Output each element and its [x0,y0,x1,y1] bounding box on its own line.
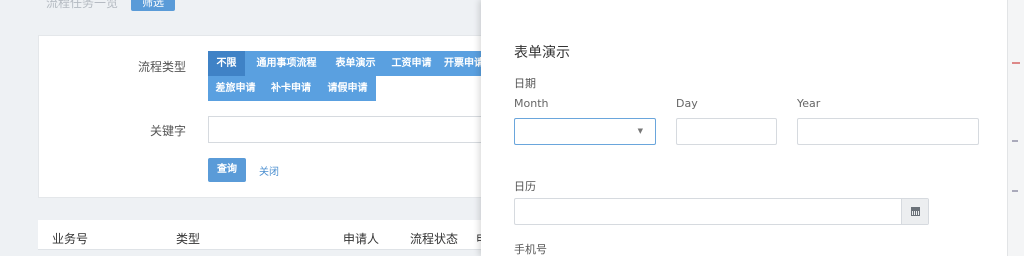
day-label: Day [676,97,698,110]
date-label: 日期 [514,77,536,90]
chip-card[interactable]: 补卡申请 [263,76,319,101]
breadcrumb: 流程任务一览 [46,0,119,10]
chip-form-demo[interactable]: 表单演示 [328,51,383,76]
edge-marker [1012,140,1018,142]
phone-label: 手机号 [514,243,547,256]
calendar-input[interactable] [514,198,929,225]
keyword-input[interactable] [208,116,498,143]
chip-general[interactable]: 通用事项流程 [245,51,328,76]
modal-title: 表单演示 [514,45,570,61]
month-label: Month [514,97,549,110]
th-applicant[interactable]: 申请人 [343,230,379,247]
close-link[interactable]: 关闭 [259,163,279,178]
edge-marker [1012,190,1018,192]
th-business-no[interactable]: 业务号 [52,230,88,247]
chevron-down-icon: ▼ [637,127,643,135]
calendar-label: 日历 [514,180,536,193]
process-type-label: 流程类型 [137,60,186,74]
th-type[interactable]: 类型 [176,230,200,247]
calendar-icon [911,207,920,216]
th-status[interactable]: 流程状态 [410,230,458,247]
keyword-label: 关键字 [149,124,186,138]
month-select[interactable]: ▼ [514,118,656,145]
edge-marker [1012,62,1020,64]
right-edge-strip [1007,0,1024,256]
year-label: Year [797,97,821,110]
table-header: 业务号 类型 申请人 流程状态 申 [38,220,498,250]
calendar-button[interactable] [901,199,928,224]
chip-all[interactable]: 不限 [208,51,245,76]
chip-travel[interactable]: 差旅申请 [208,76,263,101]
year-input[interactable] [797,118,979,145]
form-modal: 表单演示 日期 Month Day Year ▼ 日历 手机号 [481,0,1007,256]
top-bar: 流程任务一览 筛选 [0,0,500,22]
chip-leave[interactable]: 请假申请 [319,76,376,101]
day-input[interactable] [676,118,777,145]
filter-button[interactable]: 筛选 [131,0,175,11]
query-button[interactable]: 查询 [208,158,246,182]
chip-salary[interactable]: 工资申请 [383,51,440,76]
